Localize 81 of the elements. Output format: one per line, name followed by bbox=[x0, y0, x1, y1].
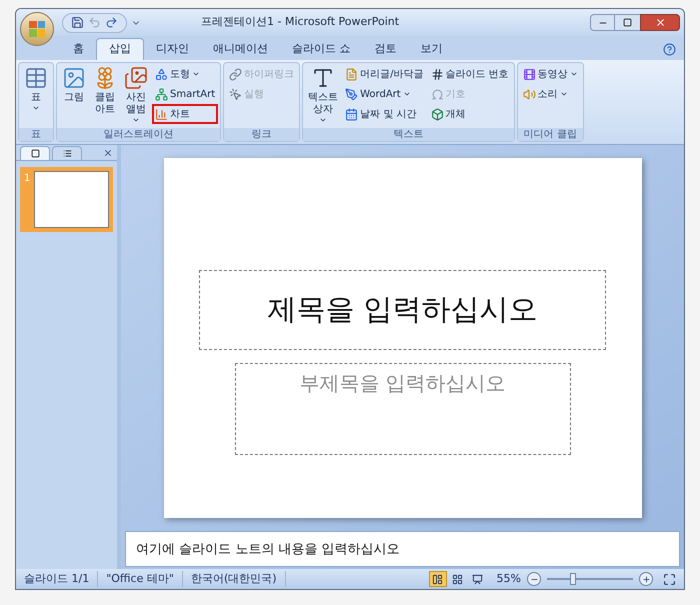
caret-icon bbox=[132, 116, 140, 124]
caret-icon bbox=[570, 70, 578, 78]
shapes-icon bbox=[155, 68, 168, 80]
link-icon bbox=[229, 68, 242, 80]
ribbon-button[interactable]: 차트 bbox=[152, 104, 218, 124]
photo-album-icon bbox=[124, 66, 148, 90]
ribbon-button[interactable]: 소리 bbox=[520, 84, 581, 104]
ribbon-button[interactable]: 표 bbox=[21, 64, 51, 114]
caret-icon bbox=[32, 104, 40, 112]
number-icon bbox=[430, 68, 444, 80]
omega-icon bbox=[430, 88, 444, 100]
plus-icon bbox=[642, 574, 650, 584]
zoom-slider[interactable] bbox=[547, 572, 633, 586]
redo-icon[interactable] bbox=[105, 16, 118, 29]
group-label: 표 bbox=[19, 128, 53, 141]
ribbon-button[interactable]: 날짜 및 시간 bbox=[342, 104, 426, 124]
title-placeholder[interactable]: 제목을 입력하십시오 bbox=[199, 270, 606, 350]
status-text: 슬라이드 1/1 bbox=[16, 570, 98, 588]
close-icon bbox=[654, 17, 666, 28]
ribbon-button[interactable]: 텍스트 상자 bbox=[305, 64, 342, 126]
pointer-icon bbox=[229, 88, 242, 100]
slide-number: 1 bbox=[24, 172, 30, 186]
caret-icon bbox=[560, 90, 568, 98]
ribbon-button[interactable]: 도형 bbox=[152, 64, 218, 84]
object-icon bbox=[430, 108, 444, 120]
window-title: 프레젠테이션1 - Microsoft PowerPoint bbox=[201, 14, 400, 30]
notes-field[interactable]: 여기에 슬라이드 노트의 내용을 입력하십시오 bbox=[125, 531, 680, 567]
wordart-icon bbox=[345, 88, 358, 100]
ribbon-tab[interactable]: 애니메이션 bbox=[201, 38, 280, 60]
maximize-icon bbox=[623, 18, 632, 27]
group-label: 미디어 클립 bbox=[518, 128, 583, 141]
office-button[interactable] bbox=[20, 12, 54, 46]
save-icon[interactable] bbox=[71, 16, 84, 29]
close-button[interactable] bbox=[640, 14, 680, 31]
ribbon-button[interactable]: WordArt bbox=[342, 84, 426, 104]
ribbon-tab[interactable]: 검토 bbox=[362, 38, 408, 60]
ribbon-tab[interactable]: 디자인 bbox=[144, 38, 201, 60]
zoom-level: 55% bbox=[496, 570, 521, 587]
outline-icon bbox=[62, 149, 72, 158]
ribbon-button[interactable]: 슬라이드 번호 bbox=[428, 64, 512, 84]
status-text: 한국어(대한민국) bbox=[182, 570, 286, 588]
calendar-icon bbox=[345, 108, 358, 120]
panel-tab[interactable] bbox=[20, 146, 50, 160]
zoom-in-button[interactable] bbox=[639, 572, 653, 586]
ribbon-tab[interactable]: 삽입 bbox=[96, 38, 144, 60]
sorter-view-icon bbox=[452, 574, 464, 584]
ribbon-button[interactable]: 그림 bbox=[59, 64, 89, 106]
caret-icon bbox=[319, 116, 328, 124]
group-label: 링크 bbox=[224, 128, 300, 141]
zoom-out-button[interactable] bbox=[527, 572, 541, 586]
close-icon[interactable] bbox=[103, 148, 113, 158]
help-icon[interactable] bbox=[663, 43, 676, 56]
ribbon-button[interactable]: 머리글/바닥글 bbox=[342, 64, 426, 84]
ribbon-tab[interactable]: 슬라이드 쇼 bbox=[280, 38, 362, 60]
film-icon bbox=[522, 68, 536, 80]
group-label: 텍스트 bbox=[303, 128, 514, 141]
caret-icon bbox=[192, 70, 200, 78]
view-button[interactable] bbox=[428, 571, 447, 587]
ribbon-button[interactable]: 클립 아트 bbox=[90, 64, 120, 118]
ribbon-button[interactable]: SmartArt bbox=[152, 84, 218, 104]
ribbon-tab[interactable]: 홈 bbox=[61, 38, 96, 60]
picture-icon bbox=[62, 66, 86, 90]
ribbon-button[interactable]: 사진 앨범 bbox=[121, 64, 151, 126]
maximize-button[interactable] bbox=[615, 14, 640, 31]
normal-view-icon bbox=[432, 574, 444, 584]
smartart-icon bbox=[155, 88, 168, 100]
status-text: "Office 테마" bbox=[98, 570, 183, 588]
fit-icon[interactable] bbox=[663, 572, 676, 586]
ribbon-button[interactable]: 개체 bbox=[428, 104, 512, 124]
bar-chart-icon bbox=[155, 108, 168, 120]
ribbon-tab[interactable]: 보기 bbox=[408, 38, 454, 60]
panel-tab[interactable] bbox=[52, 146, 82, 160]
slide-icon bbox=[30, 149, 40, 158]
page-icon bbox=[345, 68, 358, 80]
ribbon-button[interactable]: 동영상 bbox=[520, 64, 581, 84]
speaker-icon bbox=[522, 88, 536, 100]
slider-thumb[interactable] bbox=[570, 573, 576, 585]
group-label: 일러스트레이션 bbox=[57, 128, 220, 141]
table-icon bbox=[24, 66, 48, 90]
slideshow-icon bbox=[472, 574, 484, 584]
caret-icon bbox=[402, 90, 411, 98]
